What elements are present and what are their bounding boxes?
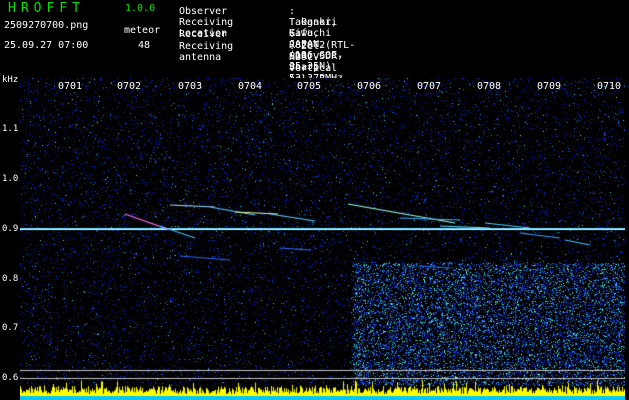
x-tick-label: 0701 xyxy=(58,81,83,92)
meteor-count: 48 xyxy=(138,40,151,51)
x-tick-label: 0704 xyxy=(238,81,263,92)
y-tick-label: 1.0 xyxy=(2,174,19,184)
y-tick-label: 0.8 xyxy=(2,274,19,284)
x-tick-label: 0703 xyxy=(178,81,203,92)
x-tick-label: 0706 xyxy=(357,81,382,92)
x-tick-label: 0707 xyxy=(417,81,442,92)
x-tick-label: 0705 xyxy=(297,81,322,92)
y-axis-unit: kHz xyxy=(2,75,19,85)
info-key: Observer xyxy=(179,6,228,17)
capture-datetime: 25.09.27 07:00 xyxy=(4,40,89,51)
y-tick-label: 0.6 xyxy=(2,373,19,383)
y-tick-label: 1.1 xyxy=(2,124,19,134)
meteor-label: meteor xyxy=(124,25,161,36)
y-tick-label: 0.7 xyxy=(2,323,19,333)
file-name: 2509270700.png xyxy=(4,20,89,31)
x-tick-label: 0702 xyxy=(117,81,142,92)
x-tick-label: 0708 xyxy=(477,81,502,92)
app-name: HROFFT xyxy=(8,1,85,16)
x-tick-label: 0710 xyxy=(597,81,622,92)
y-tick-label: 0.9 xyxy=(2,224,19,234)
hrofft-window: HROFFT 1.0.0 2509270700.png meteor 25.09… xyxy=(0,0,629,400)
app-version: 1.0.0 xyxy=(125,3,156,14)
info-key: Receiving antenna xyxy=(179,41,234,63)
info-key: Receiver xyxy=(179,29,228,40)
x-tick-label: 0709 xyxy=(537,81,562,92)
spectrogram-canvas xyxy=(20,78,625,400)
